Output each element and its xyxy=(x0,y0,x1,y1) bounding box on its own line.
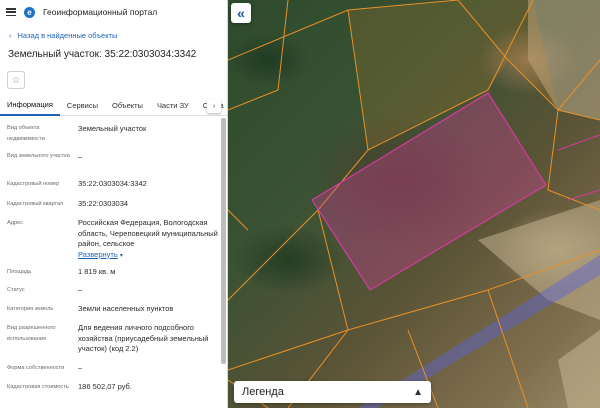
collapse-panel-button[interactable]: « xyxy=(231,3,251,23)
property-label: Форма собственности xyxy=(7,365,65,371)
property-label: Кадастровая стоимость xyxy=(7,384,69,390)
tab-services[interactable]: Сервисы xyxy=(60,96,105,116)
property-label: Категория земель xyxy=(7,306,54,312)
property-value: Земли населенных пунктов xyxy=(78,304,174,313)
property-value: – xyxy=(78,285,83,294)
property-label: Вид разрешенного использования xyxy=(7,325,56,342)
property-value: Земельный участок xyxy=(78,124,147,133)
property-value: – xyxy=(78,363,83,372)
chevron-left-icon: ‹ xyxy=(9,31,12,40)
address-text: Российская Федерация, Вологодская област… xyxy=(78,218,218,248)
property-value: 35:22:0303034:3342 xyxy=(78,179,147,188)
property-label: Кадастровый номер xyxy=(7,181,60,187)
map-view[interactable] xyxy=(228,0,600,408)
chevron-right-icon: › xyxy=(212,102,216,110)
property-value: – xyxy=(78,152,83,161)
page-title: Земельный участок: 35:22:0303034:3342 xyxy=(8,49,197,60)
chevron-up-icon: ▲ xyxy=(413,386,423,398)
map-overlay xyxy=(228,0,600,408)
tab-objects[interactable]: Объекты xyxy=(105,96,150,116)
property-value: 1 819 кв. м xyxy=(78,267,116,276)
tab-bar: Информация Сервисы Объекты Части ЗУ Сост… xyxy=(0,96,227,116)
legend-label: Легенда xyxy=(242,386,284,398)
app-title: Геоинформационный портал xyxy=(43,7,158,17)
back-link-label: Назад в найденные объекты xyxy=(17,31,118,40)
property-label: Площадь xyxy=(7,269,32,275)
chevron-down-icon: ▾ xyxy=(119,252,123,259)
property-value: Российская Федерация, Вологодская област… xyxy=(78,218,218,261)
property-value: 186 502,07 руб. xyxy=(78,382,132,391)
menu-icon[interactable] xyxy=(6,8,16,16)
expand-address-link[interactable]: Развернуть ▾ xyxy=(78,250,218,262)
tabs-scroll-right-button[interactable]: › xyxy=(207,99,221,113)
tab-parts[interactable]: Части ЗУ xyxy=(150,96,196,116)
portal-logo-icon: e xyxy=(24,6,35,18)
property-label: Вид объекта недвижимости xyxy=(7,125,45,142)
double-chevron-left-icon: « xyxy=(237,5,245,21)
expand-label: Развернуть xyxy=(78,249,118,259)
property-value: Для ведения личного подсобного хозяйства… xyxy=(78,323,209,353)
info-panel: e Геоинформационный портал ‹ Назад в най… xyxy=(0,0,228,408)
property-value: 35:22:0303034 xyxy=(78,199,129,208)
panel-scrollbar[interactable] xyxy=(221,118,226,364)
property-label: Статус xyxy=(7,287,25,293)
favorite-button[interactable]: ☆ xyxy=(7,71,25,89)
legend-dropdown[interactable]: Легенда ▲ xyxy=(234,381,431,403)
property-label: Кадастровый квартал xyxy=(7,201,64,207)
tab-info[interactable]: Информация xyxy=(0,96,60,116)
app-header: e Геоинформационный портал xyxy=(0,0,227,24)
property-label: Адрес xyxy=(7,220,24,226)
property-label: Вид земельного участка xyxy=(7,153,70,159)
back-link[interactable]: ‹ Назад в найденные объекты xyxy=(0,31,227,40)
star-icon: ☆ xyxy=(11,74,21,86)
